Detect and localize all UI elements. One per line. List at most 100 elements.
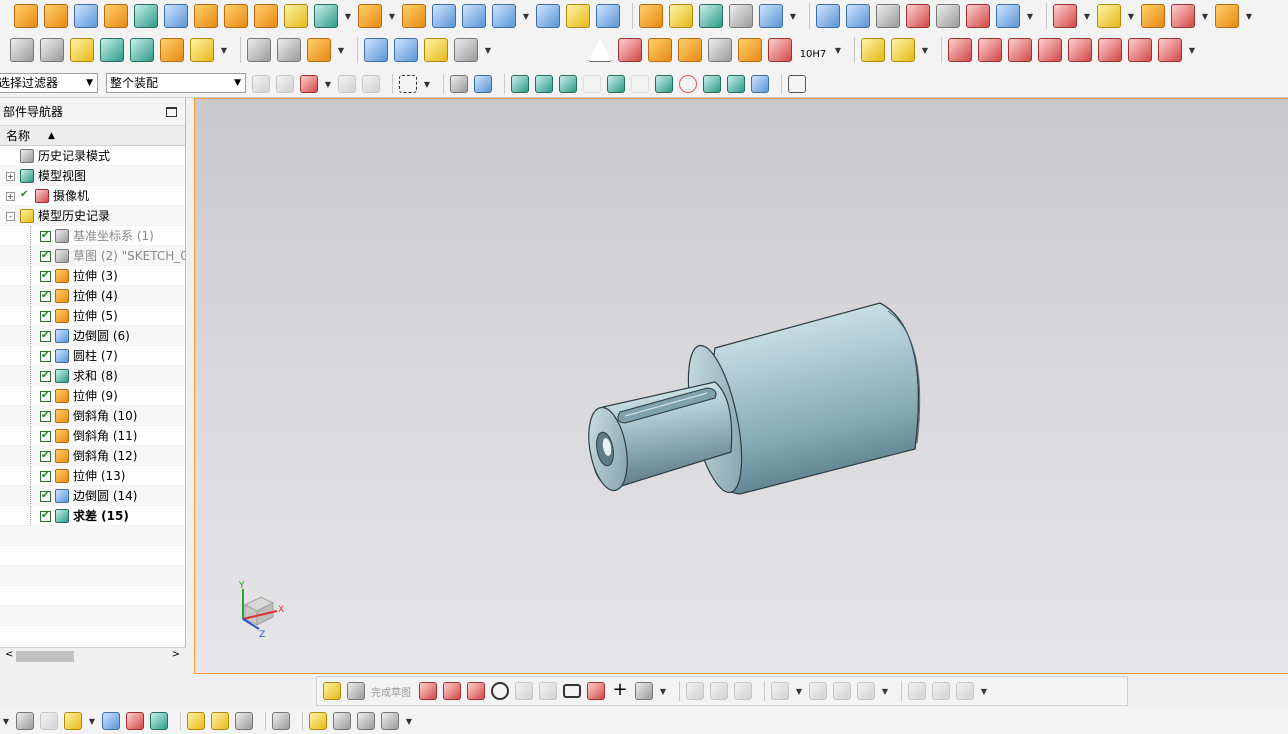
selection-filter-select[interactable]: 选择过滤器 ▼: [0, 73, 98, 93]
mesh-surface-tool-icon[interactable]: [699, 4, 723, 28]
text-tool-icon[interactable]: [190, 38, 214, 62]
assembly-constraints-icon[interactable]: [150, 712, 168, 730]
tree-row[interactable]: 倒斜角 (12): [0, 446, 185, 466]
visibility-checkbox[interactable]: [40, 506, 51, 525]
bridge-surface-tool-icon[interactable]: [906, 4, 930, 28]
sketch-arc-icon[interactable]: [467, 682, 485, 700]
visibility-checkbox[interactable]: [40, 386, 51, 405]
through-curves-tool-icon[interactable]: [816, 4, 840, 28]
sphere-tool-icon[interactable]: [134, 4, 158, 28]
finish-sketch-icon[interactable]: [347, 682, 365, 700]
offset-sketch-dropdown-icon[interactable]: ▼: [795, 687, 803, 696]
thicken-tool-icon[interactable]: [462, 4, 486, 28]
tree-row[interactable]: 拉伸 (5): [0, 306, 185, 326]
offset-dropdown-icon[interactable]: ▼: [522, 12, 530, 21]
component-array-icon[interactable]: [187, 712, 205, 730]
graphics-viewport[interactable]: Y X Z: [194, 98, 1288, 674]
cylinder-tool-icon[interactable]: [104, 4, 128, 28]
edge-blend-tool-icon[interactable]: [164, 4, 188, 28]
sketch-settings-icon[interactable]: [956, 682, 974, 700]
assembly-sequence-icon[interactable]: [309, 712, 327, 730]
mate-constraint-tool-icon[interactable]: [1097, 4, 1121, 28]
box-face-tool-icon[interactable]: [639, 4, 663, 28]
visibility-checkbox[interactable]: [40, 266, 51, 285]
replace-face-tool-icon[interactable]: [596, 4, 620, 28]
offset-curve-icon[interactable]: [1068, 38, 1092, 62]
make-corner-icon[interactable]: [734, 682, 752, 700]
tree-row[interactable]: + 摄像机: [0, 186, 185, 206]
visibility-checkbox[interactable]: [40, 326, 51, 345]
tree-row[interactable]: 拉伸 (9): [0, 386, 185, 406]
move-component-icon[interactable]: [102, 712, 120, 730]
tree-row[interactable]: - 模型历史记录: [0, 206, 185, 226]
visibility-checkbox[interactable]: [40, 446, 51, 465]
drawing-sheet-icon[interactable]: [708, 38, 732, 62]
tolerance-tool-icon[interactable]: 10H7: [798, 38, 828, 62]
overflow-dropdown-icon[interactable]: ▼: [2, 717, 10, 726]
snap-on-face-icon[interactable]: [751, 75, 769, 93]
boss-tool-icon[interactable]: [284, 4, 308, 28]
select-body-icon[interactable]: [450, 75, 468, 93]
measure-distance-icon[interactable]: [100, 38, 124, 62]
shell-tool-icon[interactable]: [536, 4, 560, 28]
add-existing-component-icon[interactable]: [64, 712, 82, 730]
mirror-curve-icon[interactable]: [809, 682, 827, 700]
sketch-tool-icon[interactable]: [323, 682, 341, 700]
tree-row[interactable]: 倒斜角 (11): [0, 426, 185, 446]
rectangle-select-icon[interactable]: [399, 75, 417, 93]
trim-dropdown-icon[interactable]: ▼: [388, 12, 396, 21]
text-dropdown-icon[interactable]: ▼: [220, 46, 228, 55]
snap-control-icon[interactable]: [607, 75, 625, 93]
collapse-icon[interactable]: -: [6, 212, 15, 221]
tree-row[interactable]: 边倒圆 (14): [0, 486, 185, 506]
tree-row[interactable]: 拉伸 (4): [0, 286, 185, 306]
replace-component-icon[interactable]: [211, 712, 229, 730]
tree-row[interactable]: 历史记录模式: [0, 146, 185, 166]
tree-row[interactable]: 求差 (15): [0, 506, 185, 526]
maximize-icon[interactable]: [166, 107, 177, 117]
snap-midpoint-icon[interactable]: [559, 75, 577, 93]
sweep-tool-icon[interactable]: [432, 4, 456, 28]
extrude-tool-icon[interactable]: [14, 4, 38, 28]
styled-blend-tool-icon[interactable]: [966, 4, 990, 28]
sketch-fillet-icon[interactable]: [515, 682, 533, 700]
dimension-tool-icon[interactable]: [768, 38, 792, 62]
visibility-checkbox[interactable]: [40, 246, 51, 265]
profile-tool-icon[interactable]: [419, 682, 437, 700]
add-component-icon[interactable]: [861, 38, 885, 62]
component-dropdown-icon[interactable]: ▼: [921, 46, 929, 55]
measure-angle-icon[interactable]: [130, 38, 154, 62]
assembly-add-tool-icon[interactable]: [1053, 4, 1077, 28]
sheet-dropdown-icon[interactable]: ▼: [1026, 12, 1034, 21]
measure-body-icon[interactable]: [160, 38, 184, 62]
auto-constrain-icon[interactable]: [908, 682, 926, 700]
chamfer-tool-icon[interactable]: [194, 4, 218, 28]
curve-dropdown-icon[interactable]: ▼: [1188, 46, 1196, 55]
unite-dropdown-icon[interactable]: ▼: [344, 12, 352, 21]
quick-trim-icon[interactable]: [686, 682, 704, 700]
tree-row[interactable]: 拉伸 (3): [0, 266, 185, 286]
visibility-checkbox[interactable]: [20, 186, 31, 205]
revolve-tool-icon[interactable]: [44, 4, 68, 28]
filter-settings-icon[interactable]: [252, 75, 270, 93]
sketch-rectangle-icon[interactable]: [563, 684, 581, 698]
fillet-curve-icon[interactable]: [1038, 38, 1062, 62]
tree-row[interactable]: 边倒圆 (6): [0, 326, 185, 346]
sketch-shape-dropdown-icon[interactable]: ▼: [659, 687, 667, 696]
mate-dropdown-icon[interactable]: ▼: [1127, 12, 1135, 21]
visibility-checkbox[interactable]: [40, 366, 51, 385]
mirror-assembly-icon[interactable]: [126, 712, 144, 730]
snap-existing-icon[interactable]: [703, 75, 721, 93]
visibility-checkbox[interactable]: [40, 346, 51, 365]
snap-endpoint-icon[interactable]: [535, 75, 553, 93]
block-tool-icon[interactable]: [74, 4, 98, 28]
tube-tool-icon[interactable]: [454, 38, 478, 62]
triangle-datum-icon[interactable]: [588, 38, 612, 62]
wave-dropdown-icon[interactable]: ▼: [1245, 12, 1253, 21]
thread-tool-icon[interactable]: [364, 38, 388, 62]
sketch-chamfer-icon[interactable]: [539, 682, 557, 700]
feature-curve-icon[interactable]: [247, 38, 271, 62]
assembly-cut-icon[interactable]: [381, 712, 399, 730]
move-dropdown-icon[interactable]: ▼: [1201, 12, 1209, 21]
rapid-dimension-icon[interactable]: [833, 682, 851, 700]
